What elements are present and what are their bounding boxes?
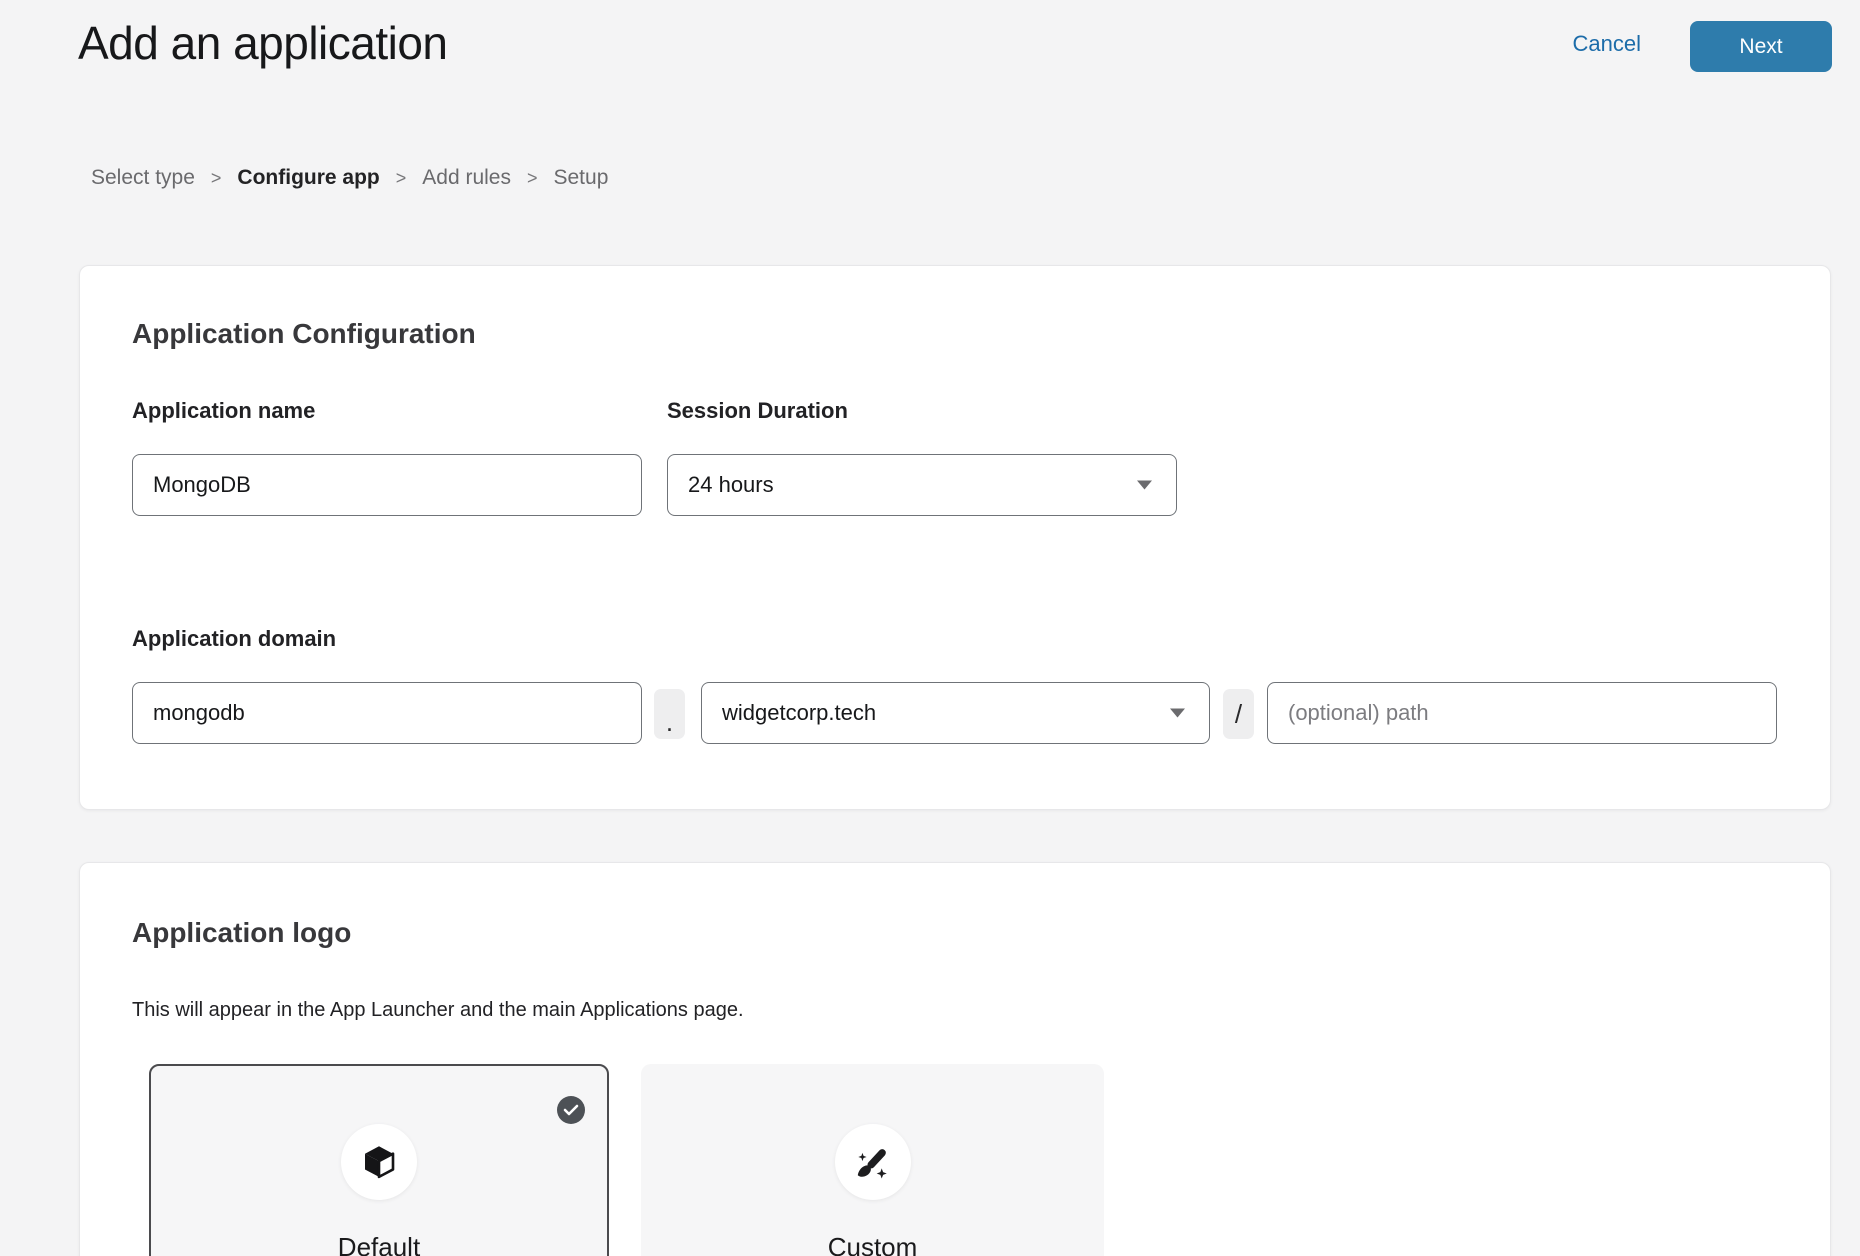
session-duration-value: 24 hours: [688, 472, 774, 498]
logo-option-custom[interactable]: Custom: [641, 1064, 1104, 1256]
chevron-down-icon: [1137, 481, 1152, 490]
session-duration-label: Session Duration: [667, 398, 848, 424]
domain-select-value: widgetcorp.tech: [722, 700, 876, 726]
logo-option-default-label: Default: [151, 1232, 607, 1256]
breadcrumb-step-add-rules[interactable]: Add rules: [422, 166, 511, 190]
cube-icon: [358, 1141, 400, 1183]
breadcrumb: Select type > Configure app > Add rules …: [91, 166, 608, 190]
check-icon: [563, 1104, 579, 1116]
logo-option-default[interactable]: Default: [149, 1064, 609, 1256]
application-name-input[interactable]: [132, 454, 642, 516]
next-button[interactable]: Next: [1690, 21, 1832, 72]
default-logo-circle: [341, 1124, 417, 1200]
session-duration-select[interactable]: 24 hours: [667, 454, 1177, 516]
breadcrumb-separator: >: [396, 168, 407, 189]
application-name-label: Application name: [132, 398, 315, 424]
dot-text: .: [666, 707, 673, 738]
breadcrumb-separator: >: [527, 168, 538, 189]
chevron-down-icon: [1170, 709, 1185, 718]
application-configuration-heading: Application Configuration: [132, 318, 476, 350]
application-logo-description: This will appear in the App Launcher and…: [132, 999, 744, 1022]
paintbrush-icon: [851, 1140, 895, 1184]
application-configuration-card: Application Configuration Application na…: [79, 265, 1831, 810]
domain-select[interactable]: widgetcorp.tech: [701, 682, 1210, 744]
logo-option-custom-label: Custom: [643, 1232, 1102, 1256]
domain-slash-separator: /: [1223, 689, 1254, 739]
cancel-button[interactable]: Cancel: [1573, 31, 1641, 57]
application-logo-heading: Application logo: [132, 917, 351, 949]
application-path-input[interactable]: [1267, 682, 1777, 744]
page-title: Add an application: [78, 16, 448, 70]
application-domain-label: Application domain: [132, 626, 336, 652]
domain-dot-separator: .: [654, 689, 685, 739]
custom-logo-circle: [835, 1124, 911, 1200]
breadcrumb-step-setup[interactable]: Setup: [554, 166, 609, 190]
application-subdomain-input[interactable]: [132, 682, 642, 744]
breadcrumb-separator: >: [211, 168, 222, 189]
breadcrumb-step-configure-app[interactable]: Configure app: [237, 166, 379, 190]
application-logo-card: Application logo This will appear in the…: [79, 862, 1831, 1256]
selected-check-badge: [557, 1096, 585, 1124]
breadcrumb-step-select-type[interactable]: Select type: [91, 166, 195, 190]
slash-text: /: [1235, 699, 1242, 730]
